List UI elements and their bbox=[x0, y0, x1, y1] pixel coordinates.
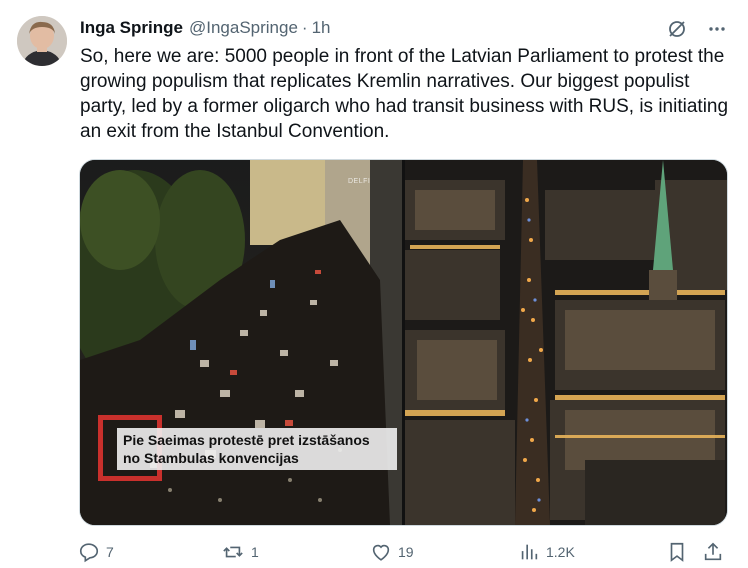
timestamp[interactable]: 1h bbox=[312, 18, 331, 38]
tweet-actions: 7 1 19 1.2K bbox=[78, 540, 728, 564]
like-count: 19 bbox=[398, 544, 414, 560]
photo-caption: Pie Saeimas protestē pret izstāšanos no … bbox=[117, 428, 397, 470]
author-handle[interactable]: @IngaSpringe bbox=[189, 18, 298, 38]
repost-count: 1 bbox=[251, 544, 259, 560]
views-count: 1.2K bbox=[546, 544, 575, 560]
tweet-card: Inga Springe @IngaSpringe · 1h So, here … bbox=[0, 0, 748, 568]
reply-count: 7 bbox=[106, 544, 114, 560]
more-icon[interactable] bbox=[706, 18, 728, 40]
share-button[interactable] bbox=[702, 540, 724, 564]
bookmark-icon bbox=[670, 542, 684, 562]
tweet-text: So, here we are: 5000 people in front of… bbox=[80, 46, 729, 142]
tweet-media[interactable]: DELFI Pie Saeimas protestē pret izstāšan… bbox=[79, 159, 728, 526]
like-button[interactable]: 19 bbox=[370, 540, 414, 564]
like-icon bbox=[372, 544, 390, 561]
separator-dot: · bbox=[301, 18, 308, 37]
grok-icon[interactable] bbox=[666, 18, 688, 40]
repost-button[interactable]: 1 bbox=[221, 540, 259, 564]
aerial-city-photo[interactable] bbox=[405, 160, 727, 525]
reply-icon bbox=[79, 543, 99, 563]
caption-line-1: Pie Saeimas protestē pret izstāšanos bbox=[123, 432, 370, 448]
author-name[interactable]: Inga Springe bbox=[80, 18, 183, 38]
reply-button[interactable]: 7 bbox=[78, 540, 114, 564]
caption-line-2: no Stambulas konvencijas bbox=[123, 450, 299, 466]
photo-watermark: DELFI bbox=[348, 178, 371, 185]
avatar[interactable] bbox=[17, 16, 67, 66]
repost-icon bbox=[223, 546, 243, 558]
views-button[interactable]: 1.2K bbox=[518, 540, 575, 564]
tweet-header: Inga Springe @IngaSpringe · 1h bbox=[80, 18, 331, 40]
bookmark-button[interactable] bbox=[666, 540, 688, 564]
share-icon bbox=[704, 542, 722, 561]
protest-crowd-photo[interactable]: DELFI Pie Saeimas protestē pret izstāšan… bbox=[80, 160, 402, 525]
top-icons bbox=[666, 18, 728, 40]
views-icon bbox=[521, 544, 538, 560]
